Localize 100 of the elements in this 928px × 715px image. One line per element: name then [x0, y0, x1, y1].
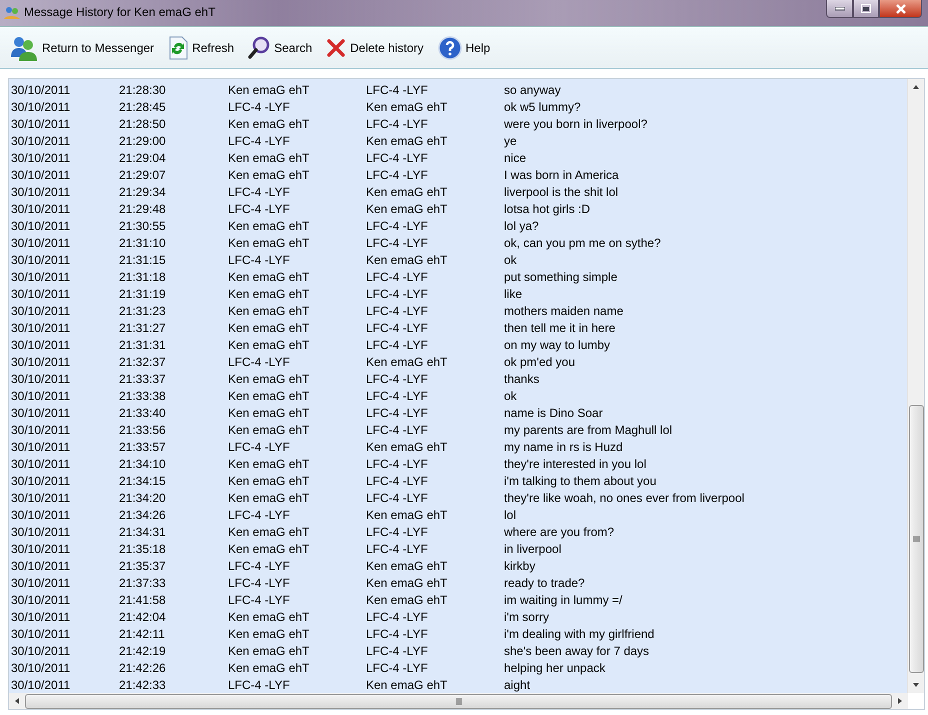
table-cell-text: Ken emaG ehT [228, 490, 310, 504]
table-cell-text: 30/10/2011 [11, 422, 72, 436]
help-icon [438, 36, 462, 60]
table-cell-text: put something simple [504, 270, 618, 284]
table-cell-text: 30/10/2011 [11, 184, 72, 198]
table-cell-text: Ken emaG ehT [228, 372, 310, 386]
table-cell-text: 21:42:04 [119, 610, 167, 624]
table-cell-text: Ken emaG ehT [366, 678, 448, 692]
table-cell-text: 30/10/2011 [11, 626, 72, 640]
table-cell-text: ok [504, 388, 518, 402]
table-cell-text: LFC-4 -LYF [366, 168, 429, 182]
table-cell-text: helping her unpack [504, 660, 606, 674]
table-cell-text: 30/10/2011 [11, 456, 72, 470]
table-cell-text: 21:31:23 [119, 304, 167, 318]
table-cell-text: LFC-4 -LYF [366, 474, 429, 488]
table-cell-text: Ken emaG ehT [228, 286, 310, 300]
table-cell-text: 21:31:18 [119, 270, 167, 284]
toolbar-button[interactable]: Delete history [326, 38, 424, 58]
delete-icon [326, 38, 346, 58]
table-cell-text: Ken emaG ehT [228, 320, 310, 334]
table-cell-text: 30/10/2011 [11, 576, 72, 590]
table-cell-text: 21:28:30 [119, 82, 167, 96]
table-cell-text: they're interested in you lol [504, 456, 648, 470]
table-cell-text: Ken emaG ehT [228, 388, 310, 402]
table-cell-text: Ken emaG ehT [366, 508, 448, 522]
table-cell-text: 21:33:57 [119, 440, 167, 454]
table-cell-text: LFC-4 -LYF [366, 490, 429, 504]
table-cell-text: 30/10/2011 [11, 168, 72, 182]
table-cell-text: 30/10/2011 [11, 82, 72, 96]
table-cell-text: Ken emaG ehT [228, 542, 310, 556]
table-cell-text: 30/10/2011 [11, 286, 72, 300]
table-cell-text: Ken emaG ehT [366, 100, 448, 114]
table-cell-text: Ken emaG ehT [228, 338, 310, 352]
table-cell-text: 30/10/2011 [11, 474, 72, 488]
table-cell-text: name is Dino Soar [504, 406, 604, 420]
table-cell-text: aight [504, 678, 532, 692]
table-cell-text: 30/10/2011 [11, 644, 72, 658]
minimize-button[interactable] [826, 0, 853, 18]
toolbar-button[interactable]: Search [248, 36, 312, 60]
table-cell-text: 30/10/2011 [11, 100, 72, 114]
table-cell-text: LFC-4 -LYF [366, 270, 429, 284]
table-cell-text: 21:33:56 [119, 422, 167, 436]
table-cell-text: LFC-4 -LYF [228, 592, 291, 606]
table-cell-text: 21:29:48 [119, 202, 167, 216]
table-cell-text: LFC-4 -LYF [366, 82, 429, 96]
table-cell-text: LFC-4 -LYF [366, 542, 429, 556]
table-cell-text: my name in rs is Huzd [504, 440, 624, 454]
toolbar-button[interactable]: Return to Messenger [10, 34, 154, 61]
table-cell-text: Ken emaG ehT [228, 474, 310, 488]
table-cell-text: 21:31:31 [119, 338, 167, 352]
search-icon [248, 36, 270, 60]
table-cell-text: I was born in America [504, 168, 620, 182]
table-cell-text: 30/10/2011 [11, 236, 72, 250]
table-cell-text: 30/10/2011 [11, 134, 72, 148]
table-cell-text: 21:32:37 [119, 354, 167, 368]
table-cell-text: 30/10/2011 [11, 592, 72, 606]
table-cell-text: thanks [504, 372, 540, 386]
table-cell-text: nice [504, 150, 528, 164]
table-cell-text: 30/10/2011 [11, 490, 72, 504]
table-cell-text: ok [504, 252, 518, 266]
table-cell-text: LFC-4 -LYF [366, 610, 429, 624]
table-cell-text: then tell me it in here [504, 320, 616, 334]
table-cell-text: 30/10/2011 [11, 304, 72, 318]
table-cell-text: 21:42:33 [119, 678, 167, 692]
table-cell-text: mothers maiden name [504, 304, 624, 318]
table-cell-text: 30/10/2011 [11, 660, 72, 674]
table-cell-text: Ken emaG ehT [228, 406, 310, 420]
table-cell-text: Ken emaG ehT [228, 116, 310, 130]
table-cell-text: LFC-4 -LYF [228, 202, 291, 216]
table-cell-text: were you born in liverpool? [504, 116, 648, 130]
toolbar-button[interactable]: Refresh [168, 36, 234, 60]
table-cell-text: kirkby [504, 558, 536, 572]
table-cell-text: LFC-4 -LYF [366, 524, 429, 538]
table-cell-text: Ken emaG ehT [228, 270, 310, 284]
table-cell-text: 21:35:37 [119, 558, 167, 572]
table-cell-text: Ken emaG ehT [228, 422, 310, 436]
people-icon [10, 34, 38, 61]
table-cell-text: ok w5 lummy? [504, 100, 582, 114]
table-cell-text: i'm dealing with my girlfriend [504, 626, 656, 640]
table-cell-text: i'm talking to them about you [504, 474, 658, 488]
app-icon [4, 6, 20, 20]
maximize-icon [861, 4, 871, 13]
scroll-thumb[interactable] [908, 405, 924, 673]
table-cell-text: Ken emaG ehT [366, 592, 448, 606]
table-cell-text: LFC-4 -LYF [366, 372, 429, 386]
table-cell-text: 30/10/2011 [11, 320, 72, 334]
table-cell-text: 21:28:50 [119, 116, 167, 130]
table-cell-text: lotsa hot girls :D [504, 202, 592, 216]
maximize-button[interactable] [853, 0, 879, 18]
table-cell-text: Ken emaG ehT [228, 150, 310, 164]
table-cell-text: LFC-4 -LYF [366, 456, 429, 470]
table-cell-text: Ken emaG ehT [228, 236, 310, 250]
table-cell-text: 30/10/2011 [11, 116, 72, 130]
table-cell-text: 30/10/2011 [11, 678, 72, 692]
close-button[interactable] [879, 0, 922, 18]
table-cell-text: LFC-4 -LYF [366, 644, 429, 658]
table-cell-text: 30/10/2011 [11, 354, 72, 368]
table-cell-text: 30/10/2011 [11, 508, 72, 522]
table-cell-text: 30/10/2011 [11, 558, 72, 572]
toolbar-button[interactable]: Help [438, 36, 490, 60]
